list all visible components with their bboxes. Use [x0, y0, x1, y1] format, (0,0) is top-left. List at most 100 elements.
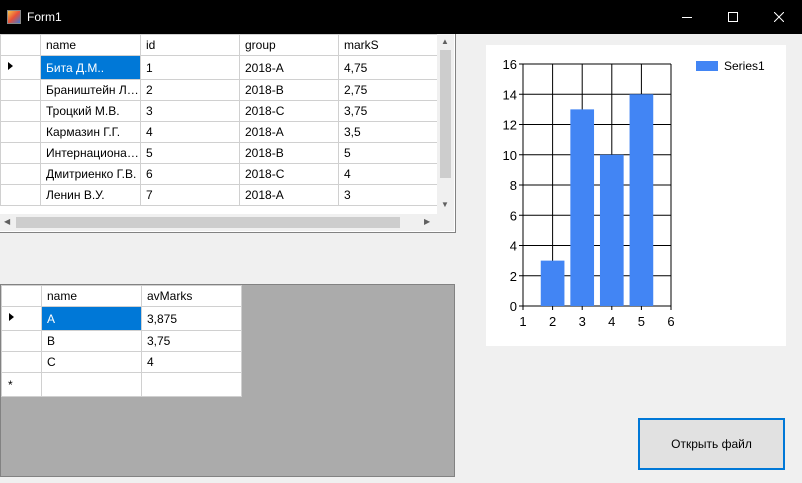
grid1-horizontal-scroll-thumb[interactable] — [16, 217, 400, 228]
table-cell[interactable]: 2 — [140, 79, 240, 101]
table-row[interactable]: Бита Д.М.. 1 2018-A 4,75 — [0, 55, 438, 80]
bar-chart: 02468101214161 2 3 4 5 6 — [503, 57, 675, 329]
table-cell[interactable]: 4 — [140, 121, 240, 143]
table-row[interactable]: C4 — [1, 351, 242, 373]
row-header[interactable] — [1, 306, 42, 331]
window-title: Form1 — [27, 10, 62, 24]
table-cell[interactable]: Бита Д.М.. — [40, 55, 141, 80]
minimize-button[interactable] — [664, 0, 710, 34]
new-row-header[interactable]: * — [1, 372, 42, 397]
table-cell[interactable]: 3,875 — [141, 306, 242, 331]
maximize-button[interactable] — [710, 0, 756, 34]
table-cell[interactable]: 2018-A — [239, 184, 339, 206]
table-cell[interactable]: 4 — [141, 351, 242, 373]
table-cell[interactable]: 2018-C — [239, 163, 339, 185]
table-cell[interactable]: 6 — [140, 163, 240, 185]
students-grid[interactable]: name id group markS Бита Д.М.. 1 2018-A 4,7… — [0, 34, 456, 233]
legend-swatch — [696, 61, 718, 71]
scroll-left-arrow-icon[interactable]: ◀ — [4, 217, 10, 226]
table-cell[interactable]: Троцкий М.В. — [40, 100, 141, 122]
y-tick-label: 6 — [510, 208, 517, 223]
row-header[interactable] — [0, 163, 41, 185]
averages-grid[interactable]: name avMarks A 3,875 B 3,75 C 4 * — [0, 284, 455, 477]
y-tick-label: 2 — [510, 269, 517, 284]
row-header[interactable] — [0, 184, 41, 206]
table-cell[interactable]: 2018-B — [239, 142, 339, 164]
table-cell[interactable]: 5 — [338, 142, 438, 164]
grid1-vertical-scroll-thumb[interactable] — [440, 50, 451, 178]
table-cell[interactable]: 4,75 — [338, 55, 438, 80]
row-header[interactable] — [1, 351, 42, 373]
row-header[interactable] — [1, 330, 42, 352]
table-cell[interactable]: 2,75 — [338, 79, 438, 101]
svg-text:*: * — [8, 378, 13, 392]
table-cell[interactable] — [141, 372, 242, 397]
y-tick-label: 10 — [503, 148, 517, 163]
y-tick-label: 4 — [510, 239, 517, 254]
grid1-vertical-scrollbar[interactable]: ▲ ▼ — [437, 34, 454, 214]
table-row[interactable]: Кармазин Г.Г. 4 2018-A 3,5 — [0, 121, 438, 143]
chart-legend: Series1 — [696, 59, 765, 73]
table-cell[interactable]: 2018-A — [239, 121, 339, 143]
x-tick-label: 1 — [519, 314, 526, 329]
row-header[interactable] — [0, 121, 41, 143]
table-cell[interactable]: 7 — [140, 184, 240, 206]
table-cell[interactable]: Кармазин Г.Г. — [40, 121, 141, 143]
y-tick-label: 14 — [503, 87, 517, 102]
table-cell[interactable]: 3,75 — [141, 330, 242, 352]
grid1-scroll-corner — [437, 214, 454, 231]
new-row[interactable]: * — [1, 372, 242, 397]
current-row-arrow-icon — [9, 313, 14, 321]
grid1-col-name[interactable]: name — [40, 34, 141, 56]
scroll-down-arrow-icon[interactable]: ▼ — [441, 200, 449, 209]
row-header[interactable] — [0, 55, 41, 80]
table-cell[interactable]: 2018-C — [239, 100, 339, 122]
minimize-icon — [682, 17, 692, 18]
table-row[interactable]: A 3,875 — [1, 306, 242, 331]
table-cell[interactable]: 2018-B — [239, 79, 339, 101]
table-cell[interactable]: 3,75 — [338, 100, 438, 122]
grid1-horizontal-scrollbar[interactable]: ◀ ▶ — [0, 214, 437, 231]
table-cell[interactable]: Ленин В.У. — [40, 184, 141, 206]
table-cell[interactable]: C — [41, 351, 142, 373]
x-tick-label: 2 — [549, 314, 556, 329]
row-header[interactable] — [0, 142, 41, 164]
table-cell[interactable]: 5 — [140, 142, 240, 164]
bar — [599, 154, 624, 306]
grid2-col-name[interactable]: name — [41, 285, 142, 307]
grid1-col-id[interactable]: id — [140, 34, 240, 56]
table-cell[interactable]: 3 — [338, 184, 438, 206]
table-cell[interactable]: 3,5 — [338, 121, 438, 143]
scroll-right-arrow-icon[interactable]: ▶ — [424, 217, 430, 226]
table-row[interactable]: Троцкий М.В. 3 2018-C 3,75 — [0, 100, 438, 122]
table-cell[interactable]: B — [41, 330, 142, 352]
title-bar: Form1 — [0, 0, 802, 34]
open-file-button[interactable]: Открыть файл — [638, 418, 785, 470]
row-header[interactable] — [0, 100, 41, 122]
table-cell[interactable] — [41, 372, 142, 397]
table-cell[interactable]: 3 — [140, 100, 240, 122]
table-cell[interactable]: Интернационал... — [40, 142, 141, 164]
x-tick-label: 3 — [579, 314, 586, 329]
table-row[interactable]: Браништейн Л.А. 2 2018-B 2,75 — [0, 79, 438, 101]
bar — [629, 94, 654, 306]
scroll-up-arrow-icon[interactable]: ▲ — [441, 37, 449, 46]
table-row[interactable]: Интернационал... 5 2018-B 5 — [0, 142, 438, 164]
grid1-col-group[interactable]: group — [239, 34, 339, 56]
table-cell[interactable]: 1 — [140, 55, 240, 80]
close-button[interactable] — [756, 0, 802, 34]
new-row-asterisk-icon: * — [8, 378, 13, 392]
grid1-col-marks[interactable]: markS — [338, 34, 438, 56]
table-row[interactable]: B 3,75 — [1, 330, 242, 352]
table-cell[interactable]: Дмитриенко Г.В. — [40, 163, 141, 185]
table-row[interactable]: Ленин В.У. 7 2018-A 3 — [0, 184, 438, 206]
table-row[interactable]: Дмитриенко Г.В. 6 2018-C 4 — [0, 163, 438, 185]
bar — [540, 260, 565, 306]
table-cell[interactable]: A — [41, 306, 142, 331]
table-cell[interactable]: Браништейн Л.А. — [40, 79, 141, 101]
table-cell[interactable]: 2018-A — [239, 55, 339, 80]
table-cell[interactable]: 4 — [338, 163, 438, 185]
row-header[interactable] — [0, 79, 41, 101]
grid2-col-avmarks[interactable]: avMarks — [141, 285, 242, 307]
y-tick-label: 8 — [510, 178, 517, 193]
